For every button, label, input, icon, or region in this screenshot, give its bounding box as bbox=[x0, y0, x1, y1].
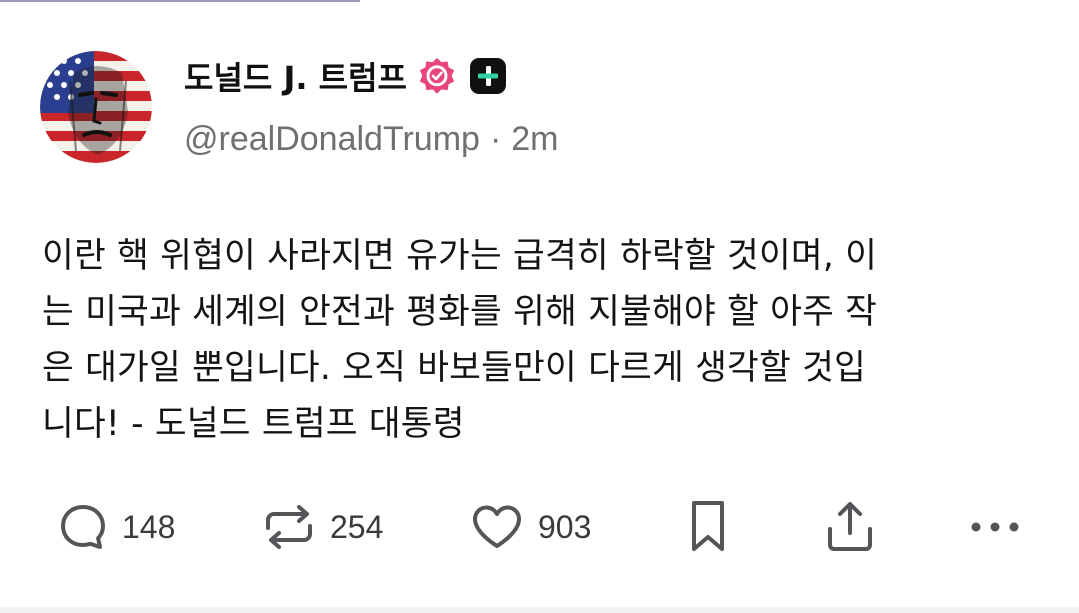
plus-badge-icon bbox=[469, 57, 507, 95]
reply-button[interactable]: 148 bbox=[58, 495, 175, 559]
like-count: 903 bbox=[538, 508, 592, 545]
more-options-button[interactable] bbox=[968, 495, 1022, 559]
share-button[interactable] bbox=[824, 495, 876, 559]
meta-separator: · bbox=[489, 119, 502, 158]
avatar[interactable] bbox=[40, 51, 152, 163]
comment-bubble-icon bbox=[58, 502, 108, 552]
avatar-image bbox=[40, 51, 152, 163]
post-body: 이란 핵 위협이 사라지면 유가는 급격히 하락할 것이며, 이 는 미국과 세… bbox=[42, 228, 1052, 452]
bottom-divider bbox=[0, 607, 1079, 613]
bookmark-button[interactable] bbox=[686, 495, 730, 559]
author-handle[interactable]: @realDonaldTrump bbox=[184, 120, 480, 159]
post-body-line: 는 미국과 세계의 안전과 평화를 위해 지불해야 할 아주 작 bbox=[42, 292, 878, 332]
like-button[interactable]: 903 bbox=[470, 495, 591, 559]
action-bar: 148 254 903 bbox=[0, 495, 1079, 559]
post-body-line: 이란 핵 위협이 사라지면 유가는 급격히 하락할 것이며, 이 bbox=[42, 236, 878, 276]
repost-count: 254 bbox=[330, 508, 384, 545]
share-upload-icon bbox=[824, 499, 876, 555]
repost-button[interactable]: 254 bbox=[262, 495, 383, 559]
reply-count: 148 bbox=[122, 508, 176, 545]
post-timestamp[interactable]: 2m bbox=[511, 120, 558, 159]
author-name[interactable]: 도널드 J. 트럼프 bbox=[184, 53, 407, 99]
handle-row: @realDonaldTrump · 2m bbox=[184, 116, 559, 162]
post-screen: 도널드 J. 트럼프 @realDonaldTrump · 2m 이란 핵 위협… bbox=[0, 0, 1079, 613]
heart-icon bbox=[470, 502, 524, 552]
author-row: 도널드 J. 트럼프 bbox=[184, 50, 507, 102]
more-dots-icon bbox=[968, 517, 1022, 537]
repost-arrows-icon bbox=[262, 502, 316, 552]
bookmark-icon bbox=[686, 499, 730, 555]
top-progress-strip bbox=[0, 0, 360, 2]
post-body-line: 니다! - 도널드 트럼프 대통령 bbox=[42, 404, 465, 444]
verified-badge-icon bbox=[417, 56, 457, 96]
post-body-line: 은 대가일 뿐입니다. 오직 바보들만이 다르게 생각할 것입 bbox=[42, 348, 866, 388]
